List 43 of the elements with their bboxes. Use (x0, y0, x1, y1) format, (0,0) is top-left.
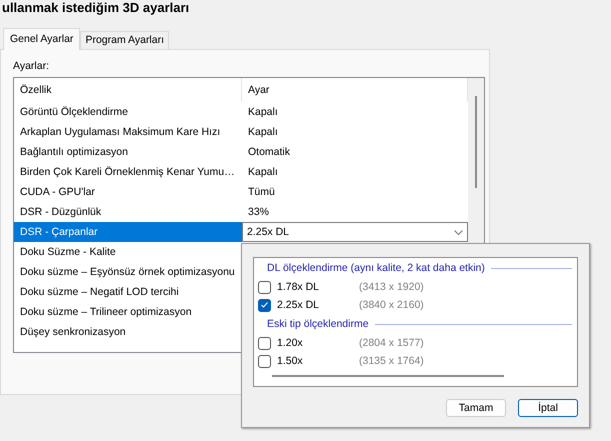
chevron-icon (454, 230, 463, 234)
value-cell-text: Otomatik (247, 145, 292, 160)
group-title: Eski tip ölçeklendirme (256, 314, 575, 334)
checkbox[interactable] (258, 354, 271, 368)
option-label[interactable]: 1.20x (277, 337, 359, 349)
tab[interactable]: Program Ayarları (80, 31, 170, 50)
feature-cell[interactable]: CUDA - GPU'lar (14, 182, 242, 202)
feature-cell[interactable]: Doku süzme – Trilineer optimizasyon (14, 302, 242, 322)
resolution-text: (2804 x 1577) (359, 337, 424, 349)
tab[interactable]: Genel Ayarlar (3, 28, 80, 50)
value-cell-text: Kapalı (247, 125, 279, 140)
feature-cell[interactable]: Düşey senkronizasyon (14, 322, 242, 342)
column-header[interactable]: Özellik (14, 78, 242, 102)
resolution-text: (3413 x 1920) (359, 281, 424, 293)
feature-cell[interactable]: Doku süzme – Negatif LOD tercihi (14, 282, 242, 302)
resolution-text: (3840 x 2160) (359, 299, 424, 311)
feature-cell[interactable]: Doku Süzme - Kalite (14, 242, 242, 262)
settings-label: Ayarlar: (13, 60, 50, 72)
feature-cell[interactable]: DSR - Düzgünlük (14, 202, 242, 222)
ok-button[interactable]: Tamam (446, 399, 506, 417)
value-cell-text: Kapalı (247, 165, 279, 180)
value-cell-text: Kapalı (247, 105, 279, 120)
feature-cell[interactable]: DSR - Çarpanlar (14, 222, 242, 242)
option-label[interactable]: 1.50x (277, 355, 359, 367)
option-label[interactable]: 2.25x DL (277, 299, 359, 311)
resolution-text: (3135 x 1764) (359, 355, 424, 367)
feature-cell[interactable]: Arkaplan Uygulaması Maksimum Kare Hızı (14, 122, 242, 142)
window-title: ullanmak istediğim 3D ayarları (2, 0, 190, 16)
feature-cell[interactable]: Bağlantılı optimizasyon (14, 142, 242, 162)
feature-cell[interactable]: Görüntü Ölçeklendirme (14, 102, 242, 122)
checkbox[interactable] (258, 280, 271, 294)
checkbox[interactable] (258, 336, 271, 350)
cancel-button[interactable]: İptal (518, 399, 578, 417)
feature-cell[interactable]: Birden Çok Kareli Örneklenmiş Kenar Yumu… (14, 162, 242, 182)
feature-cell[interactable]: Doku süzme – Eşyönsüz örnek optimizasyonu (14, 262, 242, 282)
group-title: DL ölçeklendirme (aynı kalite, 2 kat daha etkin) (256, 258, 575, 278)
option-label[interactable]: 1.78x DL (277, 281, 359, 293)
checkbox[interactable] (258, 298, 271, 312)
value-combo[interactable]: 2.25x DL (242, 222, 468, 242)
checkmark-icon (261, 302, 268, 308)
value-cell-text: Tümü (247, 185, 276, 200)
combo-value: 2.25x DL (247, 226, 290, 238)
value-cell-text: 33% (247, 205, 270, 220)
